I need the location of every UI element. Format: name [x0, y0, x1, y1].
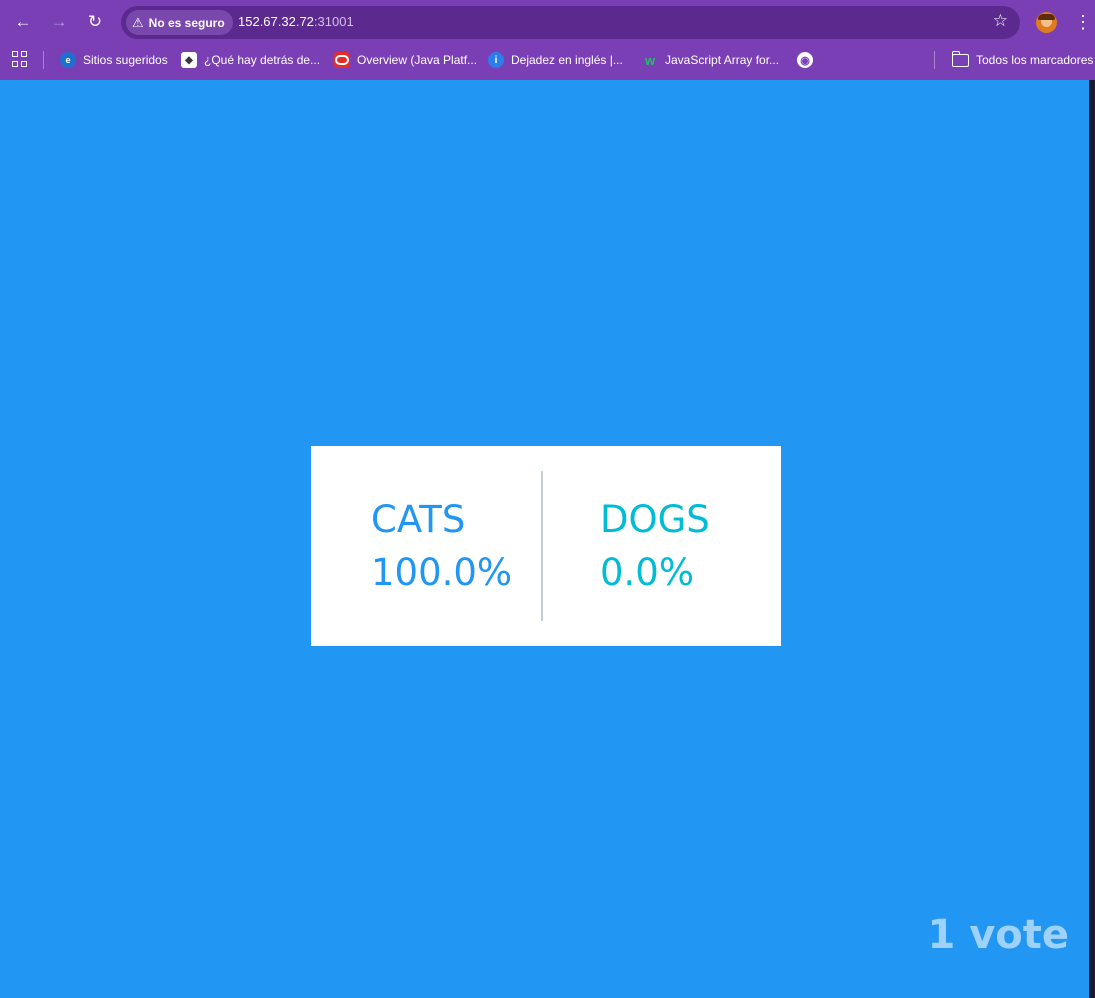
bookmark-label: Sitios sugeridos — [83, 53, 168, 67]
address-bar[interactable]: ⚠ No es seguro 152.67.32.72:31001 ☆ — [121, 6, 1020, 39]
reload-icon: ↻ — [87, 12, 103, 31]
all-bookmarks-label: Todos los marcadores — [976, 53, 1094, 67]
vote-count: 1 vote — [927, 912, 1069, 958]
info-icon: i — [488, 52, 504, 68]
bookmark-label: ¿Qué hay detrás de... — [204, 53, 321, 67]
browser-menu-icon[interactable]: ⋮ — [1074, 12, 1092, 34]
url-text[interactable]: 152.67.32.72:31001 — [238, 14, 354, 29]
bookmark-item[interactable]: Overview (Java Platf... — [334, 49, 477, 71]
edge-icon: e — [60, 52, 76, 68]
bookmark-label: Dejadez en inglés |... — [511, 53, 623, 67]
results-card: CATS 100.0% DOGS 0.0% — [311, 446, 781, 646]
security-label: No es seguro — [148, 15, 225, 30]
option-dogs-result: DOGS 0.0% — [600, 496, 710, 602]
profile-avatar[interactable] — [1036, 12, 1057, 33]
back-button[interactable]: ← — [9, 8, 37, 36]
browser-chrome: ← → ↻ ⚠ No es seguro 152.67.32.72:31001 … — [0, 0, 1095, 80]
bookmark-item[interactable]: ◉ — [797, 49, 813, 71]
bookmarks-divider — [43, 51, 44, 69]
bookmark-label: Overview (Java Platf... — [357, 53, 478, 67]
option-cats-label: CATS — [371, 498, 466, 541]
bookmarks-divider — [934, 51, 935, 69]
bookmark-item[interactable]: ◆ ¿Qué hay detrás de... — [181, 49, 320, 71]
url-host: 152.67.32.72 — [238, 14, 314, 29]
security-indicator[interactable]: ⚠ No es seguro — [126, 10, 233, 35]
bookmark-star-icon[interactable]: ☆ — [993, 11, 1008, 31]
bookmarks-bar: e Sitios sugeridos ◆ ¿Qué hay detrás de.… — [0, 46, 1095, 74]
results-divider — [541, 471, 543, 621]
bookmark-label: JavaScript Array for... — [665, 53, 780, 67]
w3schools-icon: w — [644, 52, 656, 68]
bookmark-item[interactable]: i Dejadez en inglés |... — [488, 49, 623, 71]
oracle-icon — [334, 52, 350, 68]
reload-button[interactable]: ↻ — [81, 8, 109, 36]
warning-icon: ⚠ — [132, 14, 144, 30]
option-cats-result: CATS 100.0% — [371, 496, 512, 602]
option-cats-percent: 100.0% — [371, 551, 513, 594]
all-bookmarks-folder[interactable]: Todos los marcadores — [952, 49, 1093, 71]
bookmark-item[interactable]: w JavaScript Array for... — [642, 49, 779, 71]
option-dogs-percent: 0.0% — [600, 551, 694, 594]
globe-icon: ◉ — [797, 52, 813, 68]
scrollbar[interactable] — [1089, 80, 1095, 998]
forward-button[interactable]: → — [45, 8, 73, 36]
folder-icon — [952, 50, 969, 67]
arrow-left-icon: ← — [14, 12, 32, 31]
bookmark-item[interactable]: e Sitios sugeridos — [60, 49, 168, 71]
browser-toolbar: ← → ↻ ⚠ No es seguro 152.67.32.72:31001 … — [0, 0, 1095, 44]
site-icon: ◆ — [181, 52, 197, 68]
apps-grid-icon[interactable] — [12, 51, 28, 67]
option-dogs-label: DOGS — [600, 498, 710, 541]
url-port: :31001 — [313, 14, 354, 29]
arrow-right-icon: → — [50, 12, 68, 31]
